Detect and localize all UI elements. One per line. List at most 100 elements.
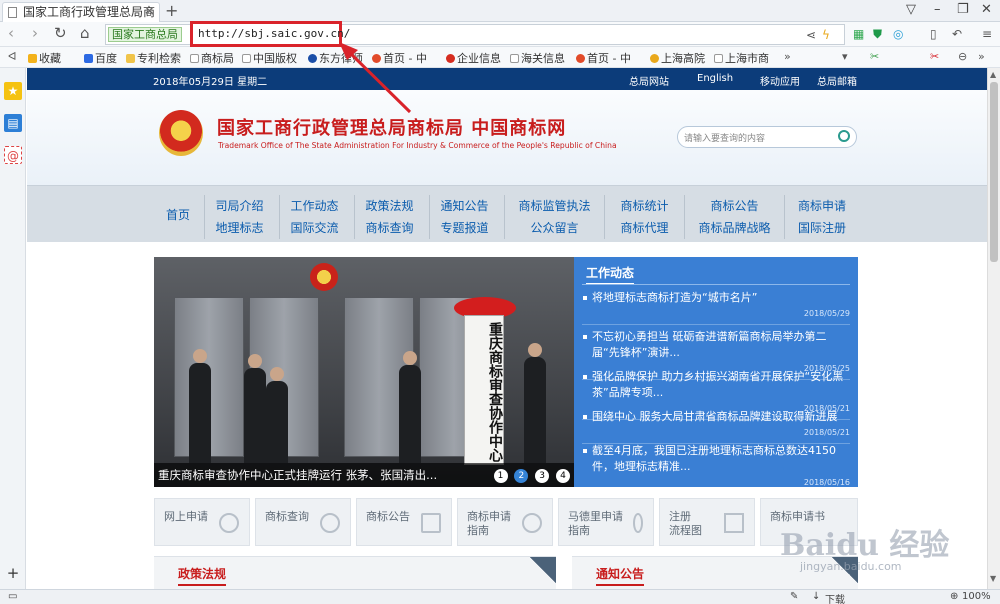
extension-icon[interactable]: ▦ (853, 27, 864, 41)
address-bar[interactable]: 国家工商总局 http://sbj.saic.gov.cn/ ⋖ ϟ (105, 21, 845, 47)
bookmark-item[interactable]: 百度 (84, 50, 117, 66)
shield-icon[interactable]: ⛊ (873, 27, 882, 42)
english-link[interactable]: English (697, 73, 733, 84)
scissors-icon[interactable]: ✂ (930, 50, 939, 63)
overflow-icon[interactable]: » (978, 50, 985, 63)
menu-icon[interactable]: ≡ (982, 27, 992, 41)
news-title[interactable]: 将地理标志商标打造为“城市名片” (582, 290, 850, 306)
bookmark-item[interactable]: 海关信息 (510, 50, 565, 66)
bookmark-item[interactable]: 收藏 (28, 50, 61, 66)
news-item[interactable]: 围绕中心 服务大局甘肃省商标品牌建设取得新进展 2018/05/21 (582, 409, 850, 444)
search-icon[interactable] (838, 130, 850, 142)
nav-item[interactable]: 商标公告 (685, 195, 784, 217)
news-title[interactable]: 不忘初心勇担当 砥砺奋进谱新篇商标局举办第二届“先锋杯”演讲... (582, 329, 850, 361)
bookmark-item[interactable]: 专利检索 (126, 50, 181, 66)
bookmark-item[interactable]: 企业信息 (446, 50, 501, 66)
news-item[interactable]: 将地理标志商标打造为“城市名片” 2018/05/29 (582, 290, 850, 325)
scroll-thumb[interactable] (990, 82, 998, 262)
tablet-icon[interactable]: ▯ (930, 27, 937, 41)
nav-item[interactable]: 商标品牌战略 (685, 217, 784, 239)
quick-tm-search[interactable]: 商标查询 (255, 498, 351, 546)
close-window-icon[interactable]: ✕ (981, 2, 992, 17)
more-icon[interactable] (530, 557, 556, 583)
nav-item[interactable]: 公众留言 (505, 217, 604, 239)
quick-online-apply[interactable]: 网上申请 (154, 498, 250, 546)
quick-madrid-guide[interactable]: 马德里申请 指南 (558, 498, 654, 546)
page-scrollbar[interactable]: ▲ ▼ (987, 68, 1000, 589)
weibo-icon[interactable]: @ (4, 146, 22, 164)
quick-tm-bulletin[interactable]: 商标公告 (356, 498, 452, 546)
news-title[interactable]: 强化品牌保护 助力乡村振兴湖南省开展保护“安化黑茶”品牌专项... (582, 369, 850, 401)
zoom-level[interactable]: 100% (962, 591, 991, 602)
browser-tab[interactable]: 国家工商行政管理总局商 × (2, 2, 160, 22)
nav-item[interactable]: 司局介绍 (205, 195, 274, 217)
notice-heading[interactable]: 通知公告 (596, 565, 645, 586)
nav-item[interactable]: 商标代理 (605, 217, 684, 239)
home-icon[interactable]: ⌂ (80, 24, 90, 42)
hq-link[interactable]: 总局网站 (629, 73, 669, 88)
bookmark-item[interactable]: 商标局 (190, 50, 234, 66)
favorites-star-icon[interactable]: ★ (4, 82, 22, 100)
shirt-skin-icon[interactable]: ▽ (906, 2, 916, 17)
lightning-icon[interactable]: ϟ (822, 28, 830, 42)
bookmark-more-icon[interactable]: » (784, 50, 791, 63)
news-item[interactable]: 截至4月底，我国已注册地理标志商标总数达4150件，地理标志精准... 2018/… (582, 443, 850, 493)
download-icon[interactable]: ↓ (812, 591, 820, 602)
nav-item[interactable]: 通知公告 (430, 195, 499, 217)
add-sidebar-icon[interactable]: + (4, 564, 22, 582)
back-icon[interactable]: ‹ (8, 24, 14, 42)
restore-icon[interactable]: ❐ (957, 2, 969, 17)
download-label[interactable]: 下载 (825, 591, 845, 604)
refresh-icon[interactable]: ↻ (54, 24, 67, 42)
nav-item[interactable]: 国际交流 (280, 217, 349, 239)
bookmark-tools-icon[interactable]: ▾ (842, 50, 848, 63)
nav-home[interactable]: 首页 (166, 206, 190, 223)
bookmark-item[interactable]: 上海高院 (650, 50, 705, 66)
carousel-dot[interactable]: 4 (556, 469, 570, 483)
policy-heading[interactable]: 政策法规 (178, 565, 227, 586)
close-tab-icon[interactable]: × (144, 3, 155, 21)
news-heading[interactable]: 工作动态 (586, 264, 635, 285)
bookmark-item[interactable]: 首页 - 中 (576, 50, 631, 66)
quick-flowchart[interactable]: 注册 流程图 (659, 498, 755, 546)
nav-item[interactable]: 政策法规 (355, 195, 424, 217)
share-icon[interactable]: ⋖ (806, 28, 816, 42)
carousel-dot[interactable]: 3 (535, 469, 550, 483)
url-text-highlighted[interactable]: http://sbj.saic.gov.cn/ (190, 21, 350, 47)
scroll-down-icon[interactable]: ▼ (990, 574, 996, 583)
undo-icon[interactable]: ↶ (952, 27, 962, 41)
nav-item[interactable]: 工作动态 (280, 195, 349, 217)
news-title[interactable]: 围绕中心 服务大局甘肃省商标品牌建设取得新进展 (582, 409, 850, 425)
hero-carousel[interactable]: 重庆商标审查协作中心 重庆商标审查协作中心正式挂牌运行 张茅、张国清出... 1… (154, 257, 574, 487)
carousel-dot[interactable]: 1 (493, 469, 508, 483)
zoom-icon[interactable]: ⊕ (950, 591, 958, 602)
reading-list-icon[interactable]: ▤ (4, 114, 22, 132)
bookmark-item[interactable]: 上海市商 (714, 50, 769, 66)
nav-item[interactable]: 商标查询 (355, 217, 424, 239)
bookmark-collapse-icon[interactable]: ᐊ (8, 50, 16, 63)
screenshot-icon[interactable]: ✂ (870, 50, 879, 63)
translate-icon[interactable]: ◎ (893, 27, 903, 41)
scroll-up-icon[interactable]: ▲ (990, 70, 996, 79)
nav-item[interactable]: 商标申请 (785, 195, 859, 217)
mobile-app-link[interactable]: 移动应用 (760, 73, 800, 88)
site-search-input[interactable]: 请输入要查询的内容 (677, 126, 857, 148)
forward-icon[interactable]: › (32, 24, 38, 42)
nav-item[interactable]: 国际注册 (785, 217, 859, 239)
pin-tool-icon[interactable]: ✎ (790, 591, 798, 602)
nav-item[interactable]: 商标监管执法 (505, 195, 604, 217)
nav-item[interactable]: 商标统计 (605, 195, 684, 217)
bookmark-item[interactable]: 中国版权 (242, 50, 297, 66)
carousel-dot-active[interactable]: 2 (514, 469, 529, 483)
quick-apply-guide[interactable]: 商标申请 指南 (457, 498, 553, 546)
mail-link[interactable]: 总局邮箱 (817, 73, 857, 88)
site-title-cn[interactable]: 国家工商行政管理总局商标局 中国商标网 (217, 114, 566, 140)
zoom-out-icon[interactable]: ⊖ (958, 50, 967, 63)
news-title[interactable]: 截至4月底，我国已注册地理标志商标总数达4150件，地理标志精准... (582, 443, 850, 475)
bookmark-item[interactable]: 首页 - 中 (372, 50, 427, 66)
new-tab-button[interactable]: + (165, 1, 178, 20)
minimize-icon[interactable]: – (934, 2, 941, 17)
bookmark-item[interactable]: 东方律师 (308, 50, 363, 66)
nav-item[interactable]: 专题报道 (430, 217, 499, 239)
nav-item[interactable]: 地理标志 (205, 217, 274, 239)
